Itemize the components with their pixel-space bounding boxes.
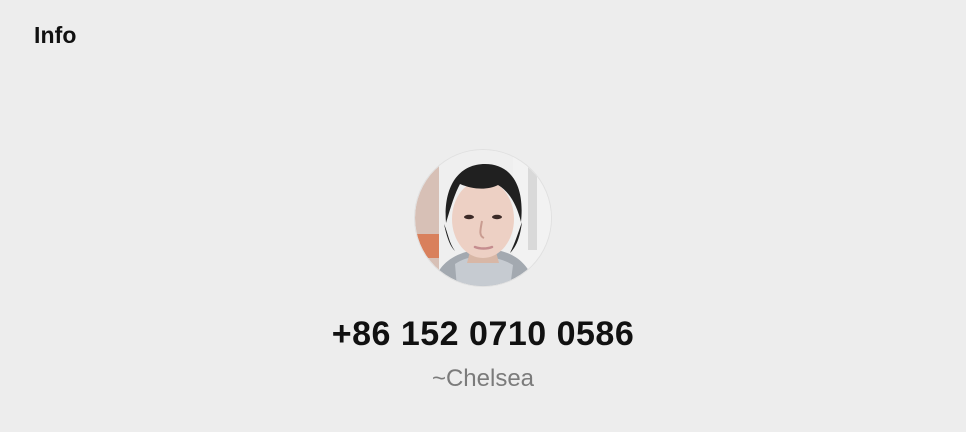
contact-avatar[interactable] (415, 150, 551, 286)
profile-photo-icon (415, 150, 551, 286)
contact-profile: +86 152 0710 0586 ~Chelsea (0, 150, 966, 393)
panel-title: Info (34, 21, 77, 48)
contact-info-panel: Info +86 152 0710 0586 ~Chelsea (0, 0, 966, 432)
contact-phone-number: +86 152 0710 0586 (331, 315, 635, 353)
contact-nickname: ~Chelsea (431, 365, 535, 392)
panel-header: Info (34, 20, 77, 50)
